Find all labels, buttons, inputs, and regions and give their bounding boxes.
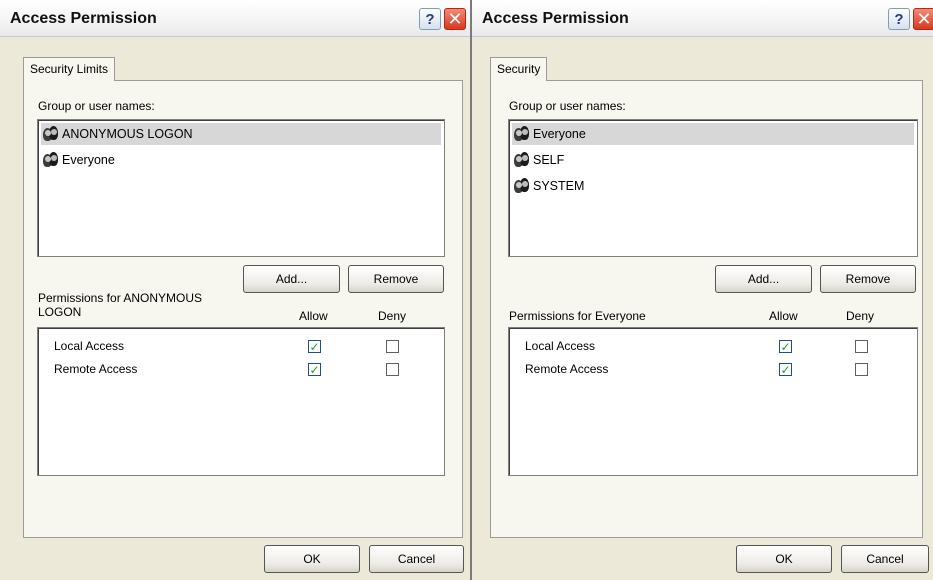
permission-remote-access: Remote Access — [525, 362, 609, 376]
user-group-icon — [512, 177, 530, 195]
user-name: SELF — [533, 153, 565, 167]
ok-button[interactable]: OK — [264, 545, 360, 573]
title-bar[interactable]: Access Permission ? ✕ — [0, 0, 470, 37]
user-list[interactable]: ANONYMOUS LOGON Everyone — [37, 119, 445, 257]
group-label: Group or user names: — [38, 99, 155, 113]
list-item-anonymous-logon[interactable]: ANONYMOUS LOGON — [41, 123, 441, 145]
remote-access-allow-checkbox[interactable]: ✓ — [779, 363, 792, 376]
local-access-deny-checkbox[interactable] — [855, 340, 868, 353]
permission-remote-access: Remote Access — [54, 362, 138, 376]
list-item-everyone[interactable]: Everyone — [41, 149, 441, 171]
list-item-system[interactable]: SYSTEM — [512, 175, 914, 197]
local-access-deny-checkbox[interactable] — [386, 340, 399, 353]
ok-button[interactable]: OK — [736, 545, 832, 573]
user-name: SYSTEM — [533, 179, 585, 193]
list-item-self[interactable]: SELF — [512, 149, 914, 171]
remote-access-deny-checkbox[interactable] — [386, 363, 399, 376]
add-button[interactable]: Add... — [715, 265, 812, 293]
allow-header: Allow — [299, 309, 328, 323]
local-access-allow-checkbox[interactable]: ✓ — [779, 340, 792, 353]
access-permission-dialog-right: Access Permission ? ✕ Security Group or … — [472, 0, 933, 580]
remove-button[interactable]: Remove — [348, 265, 444, 293]
permissions-label: Permissions for Everyone — [509, 309, 646, 323]
remove-button[interactable]: Remove — [820, 265, 916, 293]
permission-local-access: Local Access — [525, 339, 596, 353]
access-permission-dialog-left: Access Permission ? ✕ Security Limits Gr… — [0, 0, 470, 580]
tab-security-limits[interactable]: Security Limits — [23, 57, 116, 81]
checkmark-icon: ✓ — [309, 362, 320, 377]
local-access-allow-checkbox[interactable]: ✓ — [308, 340, 321, 353]
cancel-button[interactable]: Cancel — [841, 545, 929, 573]
allow-header: Allow — [769, 309, 798, 323]
cancel-button[interactable]: Cancel — [369, 545, 464, 573]
add-button[interactable]: Add... — [243, 265, 340, 293]
permissions-label-cont: LOGON — [38, 305, 82, 319]
permissions-label: Permissions for ANONYMOUS — [38, 291, 203, 305]
user-name: Everyone — [533, 127, 586, 141]
user-list[interactable]: Everyone SELF SYSTEM — [508, 119, 918, 257]
close-icon[interactable]: ✕ — [913, 8, 933, 30]
user-group-icon — [41, 125, 59, 143]
permissions-list: Local Access Remote Access ✓ ✓ — [37, 327, 445, 476]
user-group-icon — [512, 151, 530, 169]
dialog-title: Access Permission — [482, 10, 629, 27]
checkmark-icon: ✓ — [780, 339, 791, 354]
user-group-icon — [512, 125, 530, 143]
user-name: ANONYMOUS LOGON — [62, 127, 193, 141]
permissions-list: Local Access Remote Access ✓ ✓ — [508, 327, 918, 476]
help-icon[interactable]: ? — [888, 8, 910, 30]
list-item-everyone[interactable]: Everyone — [512, 123, 914, 145]
remote-access-allow-checkbox[interactable]: ✓ — [308, 363, 321, 376]
checkmark-icon: ✓ — [309, 339, 320, 354]
title-bar[interactable]: Access Permission ? ✕ — [472, 0, 933, 37]
deny-header: Deny — [378, 309, 407, 323]
group-label: Group or user names: — [509, 99, 626, 113]
remote-access-deny-checkbox[interactable] — [855, 363, 868, 376]
help-icon[interactable]: ? — [419, 8, 441, 30]
user-name: Everyone — [62, 153, 115, 167]
dialog-title: Access Permission — [10, 10, 157, 27]
checkmark-icon: ✓ — [780, 362, 791, 377]
user-group-icon — [41, 151, 59, 169]
tab-security[interactable]: Security — [490, 57, 548, 81]
deny-header: Deny — [846, 309, 875, 323]
close-icon[interactable]: ✕ — [444, 8, 466, 30]
permission-local-access: Local Access — [54, 339, 125, 353]
